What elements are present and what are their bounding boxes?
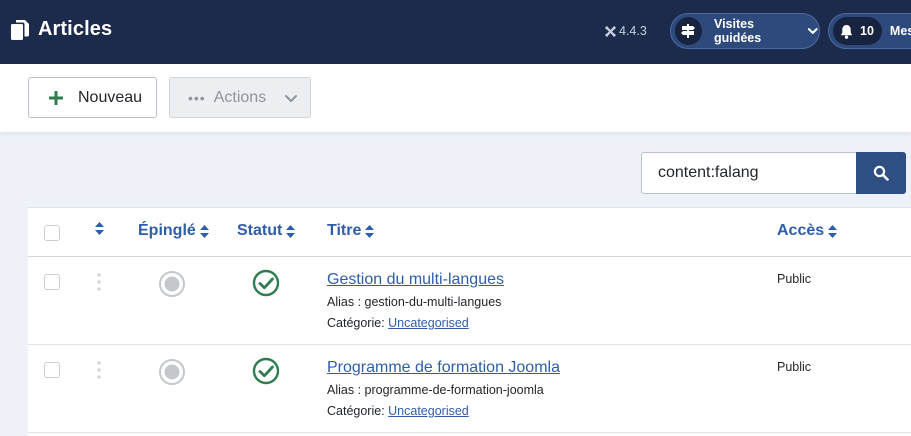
alias-prefix: Alias : [327,295,365,309]
chevron-down-icon [285,94,298,102]
article-title-link[interactable]: Gestion du multi-langues [327,271,504,289]
column-access[interactable]: Accès [777,222,838,240]
sort-icon [95,222,104,235]
sort-icon [365,224,375,238]
alias-value: programme-de-formation-joomla [364,383,544,397]
plus-icon [49,90,63,105]
column-title-label: Titre [327,222,362,239]
column-status-label: Statut [237,222,283,239]
drag-handle-icon[interactable] [97,361,101,379]
header-bar: Articles 4.4.3 Visites guidées 10 Mes [0,0,911,64]
chevron-down-icon [808,28,819,34]
search-icon [873,165,889,181]
notifications-count: 10 [860,24,874,38]
article-alias: Alias : gestion-du-multi-langues [327,295,501,309]
unpinned-icon[interactable] [158,270,186,298]
ellipsis-icon: ••• [188,89,206,106]
alias-prefix: Alias : [327,383,365,397]
version-text: 4.4.3 [619,24,647,38]
toolbar: Nouveau ••• Actions [0,64,911,132]
messages-label: Mes [889,24,911,38]
column-pinned-label: Épinglé [138,222,196,239]
search-input[interactable]: content:falang [641,152,857,194]
column-title[interactable]: Titre [327,222,375,240]
row-checkbox[interactable] [44,362,60,378]
article-title-link[interactable]: Programme de formation Joomla [327,359,560,377]
actions-dropdown[interactable]: ••• Actions [169,77,311,118]
actions-label: Actions [213,88,267,106]
guided-tours-button[interactable]: Visites guidées [670,13,820,49]
article-category: Catégorie: Uncategorised [327,316,469,330]
row-checkbox[interactable] [44,274,60,290]
published-check-icon[interactable] [252,357,280,385]
copy-icon [11,20,29,40]
column-status[interactable]: Statut [237,222,296,240]
drag-handle-icon[interactable] [97,273,101,291]
new-button-label: Nouveau [78,88,143,106]
published-check-icon[interactable] [252,269,280,297]
joomla-icon [605,25,616,37]
select-all-checkbox[interactable] [44,225,60,241]
signpost-icon [675,17,702,45]
joomla-version: 4.4.3 [605,24,647,38]
sort-icon [199,224,209,238]
category-prefix: Catégorie: [327,404,389,418]
articles-table: Épinglé Statut Titre Accès Gestion du mu… [28,207,911,436]
ordering-sort[interactable] [95,222,104,235]
column-pinned[interactable]: Épinglé [138,222,209,240]
new-button[interactable]: Nouveau [28,77,157,118]
bell-icon [840,24,853,39]
page-title: Articles [38,18,113,40]
unpinned-icon[interactable] [158,358,186,386]
sort-icon [828,224,838,238]
guided-tours-label: Visites guidées [713,17,762,45]
search-button[interactable] [856,152,906,194]
article-access: Public [777,272,812,286]
category-link[interactable]: Uncategorised [388,316,469,330]
column-access-label: Accès [777,222,825,239]
notifications-counter: 10 [833,17,882,45]
table-row: Programme de formation Joomla Alias : pr… [28,345,911,433]
table-header: Épinglé Statut Titre Accès [28,207,911,257]
article-access: Public [777,360,812,374]
article-alias: Alias : programme-de-formation-joomla [327,383,544,397]
category-prefix: Catégorie: [327,316,389,330]
table-row: Gestion du multi-langues Alias : gestion… [28,257,911,345]
notifications-button[interactable]: 10 Mes [828,13,911,49]
alias-value: gestion-du-multi-langues [364,295,502,309]
category-link[interactable]: Uncategorised [388,404,469,418]
article-category: Catégorie: Uncategorised [327,404,469,418]
sort-icon [286,224,296,238]
